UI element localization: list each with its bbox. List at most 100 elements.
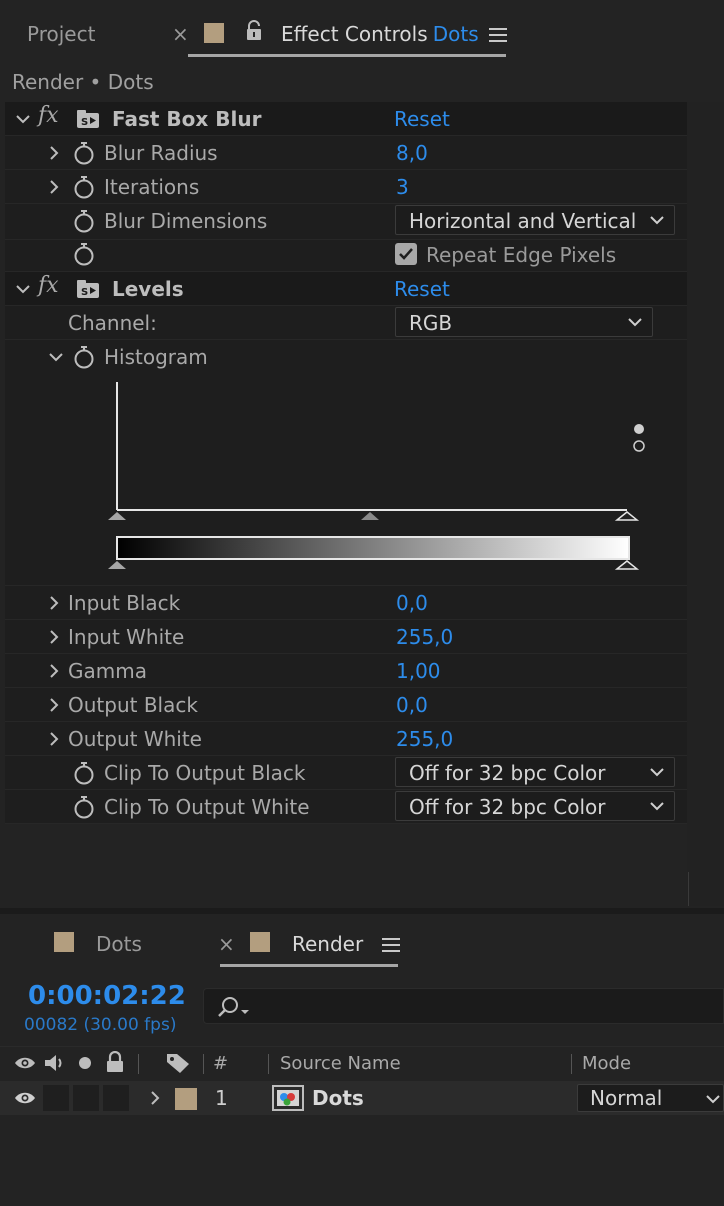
lock-switch[interactable] [103,1085,129,1111]
gamma-slider-icon[interactable] [361,512,379,520]
chevron-down-icon [706,1095,720,1104]
tab-project[interactable]: Project [27,22,95,46]
chevron-right-icon[interactable] [45,178,63,196]
layer-label-color[interactable] [175,1088,197,1110]
stopwatch-icon[interactable] [73,761,95,785]
param-value-scrubber[interactable]: 0,0 [396,693,428,717]
input-black-slider-icon[interactable] [108,512,126,520]
column-separator [203,1054,204,1074]
column-header-source-name[interactable]: Source Name [280,1053,401,1075]
blur-dimensions-dropdown[interactable]: Horizontal and Vertical [395,205,675,235]
panel-menu-icon[interactable] [382,937,400,953]
stopwatch-icon[interactable] [73,175,95,199]
fx-toggle-icon[interactable]: fx [38,103,59,128]
param-label: Histogram [104,345,208,369]
label-tag-icon[interactable] [165,1051,191,1075]
param-value-scrubber[interactable]: 8,0 [396,141,428,165]
param-row-clip-output-black: Clip To Output Black Off for 32 bpc Colo… [5,756,687,790]
param-row-output-white: Output White 255,0 [5,722,687,756]
chevron-down-icon[interactable] [14,280,32,298]
audio-switch[interactable] [43,1085,69,1111]
repeat-edge-pixels-checkbox[interactable] [395,243,417,265]
active-tab-underline [220,964,398,967]
audio-icon[interactable] [43,1052,67,1074]
tab-effect-controls[interactable]: Effect Controls Dots [281,22,479,46]
histogram-display-mode-icon[interactable] [634,424,644,434]
panel-menu-icon[interactable] [489,27,507,43]
close-tab-button[interactable]: × [172,22,189,46]
tab-comp-render[interactable]: Render [292,932,363,956]
param-value-scrubber[interactable]: 3 [396,175,409,199]
effect-name: Fast Box Blur [112,107,262,131]
comp-tab-color-swatch [54,932,74,952]
solo-icon[interactable] [77,1055,93,1071]
param-row-gamma: Gamma 1,00 [5,654,687,688]
chevron-right-icon[interactable] [45,594,63,612]
stopwatch-icon[interactable] [73,141,95,165]
param-label: Input Black [68,591,181,615]
chevron-right-icon[interactable] [45,628,63,646]
layer-index: 1 [215,1086,228,1110]
tab-comp-dots[interactable]: Dots [96,932,142,956]
output-white-slider-icon[interactable] [614,560,640,570]
chevron-down-icon [650,768,664,777]
chevron-right-icon[interactable] [45,662,63,680]
param-label: Blur Dimensions [104,209,268,233]
chevron-down-icon[interactable] [47,348,65,366]
param-label: Output Black [68,693,198,717]
reset-button[interactable]: Reset [394,277,450,301]
effect-header-levels[interactable]: fx S Levels Reset [5,272,687,306]
eye-icon[interactable] [14,1055,36,1071]
param-row-blur-radius: Blur Radius 8,0 [5,136,687,170]
dropdown-value: Horizontal and Vertical [409,209,637,233]
table-row[interactable]: 1 Dots Normal [0,1081,724,1115]
param-value-scrubber[interactable]: 1,00 [396,659,441,683]
stopwatch-icon[interactable] [73,345,95,369]
layer-source-name[interactable]: Dots [312,1086,364,1110]
chevron-right-icon[interactable] [45,144,63,162]
param-value-scrubber[interactable]: 255,0 [396,727,453,751]
stopwatch-icon[interactable] [73,795,95,819]
dropdown-value: RGB [409,311,453,335]
channel-dropdown[interactable]: RGB [395,307,653,337]
clip-output-white-dropdown[interactable]: Off for 32 bpc Color [395,791,675,821]
histogram-graph[interactable] [105,380,645,570]
dropdown-value: Normal [590,1086,663,1110]
lock-icon[interactable] [105,1051,125,1073]
close-tab-button[interactable]: × [218,932,235,956]
param-value-scrubber[interactable]: 255,0 [396,625,453,649]
effect-preset-icon: S [77,110,99,128]
scrollbar-track[interactable] [687,102,724,906]
comp-tab-color-swatch [250,932,270,952]
stopwatch-icon[interactable] [73,242,95,266]
chevron-right-icon[interactable] [45,730,63,748]
scrollbar-thumb[interactable] [688,872,689,906]
blend-mode-dropdown[interactable]: Normal [577,1084,724,1112]
output-black-slider-icon[interactable] [108,561,126,569]
chevron-down-icon [628,318,642,327]
chevron-down-icon[interactable] [14,110,32,128]
reset-button[interactable]: Reset [394,107,450,131]
stopwatch-icon[interactable] [73,209,95,233]
search-input[interactable] [203,988,724,1024]
eye-icon[interactable] [14,1090,36,1106]
input-white-slider-icon[interactable] [614,511,640,521]
solo-switch[interactable] [73,1085,99,1111]
unlock-icon[interactable] [245,20,263,42]
histogram-display-mode-icon[interactable] [633,440,645,452]
chevron-down-icon [650,216,664,225]
param-label: Iterations [104,175,200,199]
chevron-right-icon[interactable] [146,1089,164,1107]
param-row-input-black: Input Black 0,0 [5,586,687,620]
fx-toggle-icon[interactable]: fx [38,273,59,298]
column-header-number: # [213,1053,229,1074]
param-label: Gamma [68,659,147,683]
param-value-scrubber[interactable]: 0,0 [396,591,428,615]
chevron-right-icon[interactable] [45,696,63,714]
frame-rate-info: 00082 (30.00 fps) [24,1015,177,1035]
current-time-display[interactable]: 0:00:02:22 [28,980,186,1012]
effect-header-fast-box-blur[interactable]: fx S Fast Box Blur Reset [5,102,687,136]
checkbox-label: Repeat Edge Pixels [426,243,617,267]
clip-output-black-dropdown[interactable]: Off for 32 bpc Color [395,757,675,787]
param-label: Input White [68,625,185,649]
